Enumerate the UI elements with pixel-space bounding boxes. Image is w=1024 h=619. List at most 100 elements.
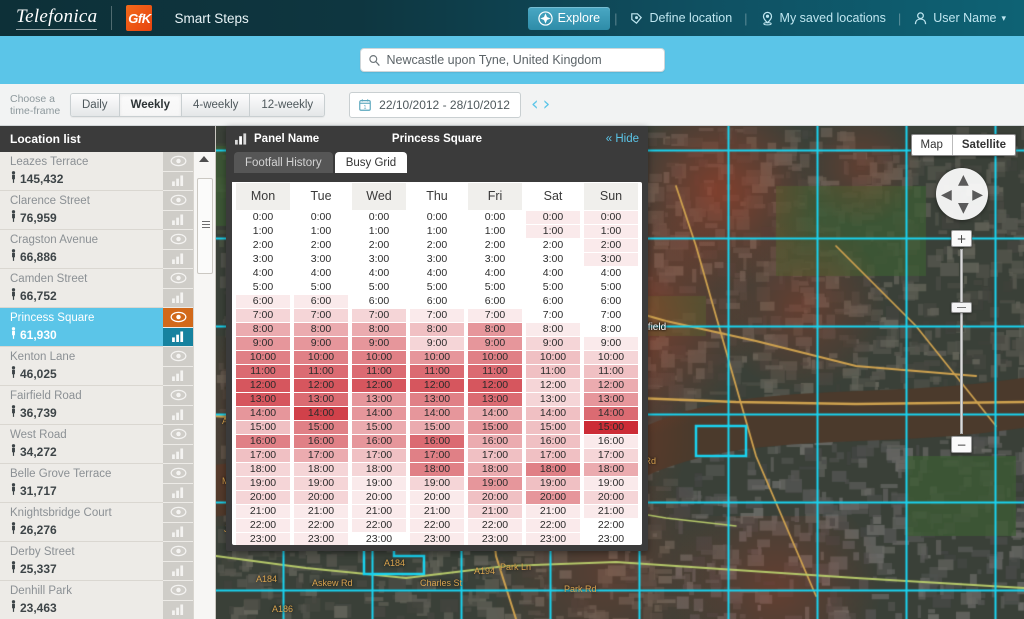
- busy-grid-cell[interactable]: 13:00: [294, 393, 348, 406]
- busy-grid-cell[interactable]: 16:00: [410, 435, 464, 448]
- nav-user-menu[interactable]: User Name ▾: [905, 7, 1014, 30]
- busy-grid-cell[interactable]: 12:00: [526, 379, 580, 392]
- toggle-visibility-button[interactable]: [163, 308, 193, 328]
- busy-grid-cell[interactable]: 3:00: [584, 253, 638, 266]
- busy-grid-cell[interactable]: 21:00: [468, 505, 522, 518]
- busy-grid-cell[interactable]: 11:00: [352, 365, 406, 378]
- tab-footfall-history[interactable]: Footfall History: [234, 152, 333, 173]
- busy-grid-cell[interactable]: 23:00: [468, 533, 522, 545]
- busy-grid-cell[interactable]: 0:00: [410, 211, 464, 224]
- busy-grid-cell[interactable]: 4:00: [352, 267, 406, 280]
- busy-grid-cell[interactable]: 10:00: [468, 351, 522, 364]
- busy-grid-cell[interactable]: 5:00: [584, 281, 638, 294]
- busy-grid-cell[interactable]: 22:00: [236, 519, 290, 532]
- busy-grid-cell[interactable]: 20:00: [526, 491, 580, 504]
- busy-grid-cell[interactable]: 14:00: [584, 407, 638, 420]
- busy-grid-cell[interactable]: 1:00: [410, 225, 464, 238]
- busy-grid-cell[interactable]: 18:00: [352, 463, 406, 476]
- pan-down-icon[interactable]: ▼: [958, 200, 969, 216]
- search-input[interactable]: [386, 53, 657, 67]
- show-chart-button[interactable]: [163, 405, 193, 425]
- busy-grid-cell[interactable]: 3:00: [294, 253, 348, 266]
- busy-grid-cell[interactable]: 3:00: [352, 253, 406, 266]
- busy-grid-cell[interactable]: 13:00: [410, 393, 464, 406]
- busy-grid-cell[interactable]: 20:00: [468, 491, 522, 504]
- busy-grid-cell[interactable]: 2:00: [236, 239, 290, 252]
- busy-grid-cell[interactable]: 13:00: [526, 393, 580, 406]
- busy-grid-cell[interactable]: 0:00: [526, 211, 580, 224]
- busy-grid-cell[interactable]: 18:00: [294, 463, 348, 476]
- busy-grid-cell[interactable]: 21:00: [410, 505, 464, 518]
- sidebar-scrollbar[interactable]: [193, 152, 215, 619]
- show-chart-button[interactable]: [163, 171, 193, 191]
- location-list[interactable]: Leazes Terrace 145,432 Clarence Street 76,9…: [0, 152, 215, 619]
- busy-grid-cell[interactable]: 4:00: [294, 267, 348, 280]
- next-period-button[interactable]: ›: [543, 95, 551, 114]
- busy-grid-cell[interactable]: 16:00: [236, 435, 290, 448]
- busy-grid-cell[interactable]: 12:00: [584, 379, 638, 392]
- toggle-visibility-button[interactable]: [163, 503, 193, 523]
- busy-grid-cell[interactable]: 15:00: [352, 421, 406, 434]
- busy-grid-cell[interactable]: 22:00: [410, 519, 464, 532]
- busy-grid-cell[interactable]: 4:00: [410, 267, 464, 280]
- busy-grid-cell[interactable]: 11:00: [468, 365, 522, 378]
- show-chart-button[interactable]: [163, 522, 193, 542]
- toggle-visibility-button[interactable]: [163, 464, 193, 484]
- busy-grid-cell[interactable]: 14:00: [294, 407, 348, 420]
- busy-grid-cell[interactable]: 5:00: [410, 281, 464, 294]
- busy-grid-cell[interactable]: 10:00: [236, 351, 290, 364]
- busy-grid-cell[interactable]: 12:00: [352, 379, 406, 392]
- busy-grid-cell[interactable]: 5:00: [294, 281, 348, 294]
- map-type-satellite[interactable]: Satellite: [951, 135, 1015, 155]
- date-range-picker[interactable]: 1 22/10/2012 - 28/10/2012: [349, 91, 521, 118]
- nav-saved-locations[interactable]: My saved locations: [752, 7, 894, 30]
- busy-grid-cell[interactable]: 22:00: [352, 519, 406, 532]
- show-chart-button[interactable]: [163, 210, 193, 230]
- busy-grid-cell[interactable]: 2:00: [294, 239, 348, 252]
- busy-grid-cell[interactable]: 11:00: [526, 365, 580, 378]
- location-list-item[interactable]: Fairfield Road 36,739: [0, 386, 215, 425]
- busy-grid-cell[interactable]: 9:00: [294, 337, 348, 350]
- show-chart-button[interactable]: [163, 483, 193, 503]
- busy-grid-cell[interactable]: 7:00: [526, 309, 580, 322]
- busy-grid-cell[interactable]: 2:00: [352, 239, 406, 252]
- busy-grid-cell[interactable]: 19:00: [236, 477, 290, 490]
- busy-grid-cell[interactable]: 7:00: [584, 309, 638, 322]
- busy-grid-cell[interactable]: 3:00: [526, 253, 580, 266]
- busy-grid-cell[interactable]: 13:00: [584, 393, 638, 406]
- busy-grid-cell[interactable]: 18:00: [526, 463, 580, 476]
- toggle-visibility-button[interactable]: [163, 347, 193, 367]
- busy-grid-cell[interactable]: 10:00: [294, 351, 348, 364]
- busy-grid-cell[interactable]: 18:00: [468, 463, 522, 476]
- busy-grid-cell[interactable]: 6:00: [584, 295, 638, 308]
- location-list-item[interactable]: Cragston Avenue 66,886: [0, 230, 215, 269]
- busy-grid-cell[interactable]: 14:00: [236, 407, 290, 420]
- location-list-item[interactable]: Kenton Lane 46,025: [0, 347, 215, 386]
- busy-grid-cell[interactable]: 21:00: [294, 505, 348, 518]
- map-pan-control[interactable]: ▲ ▼ ◀ ▶: [936, 168, 988, 220]
- busy-grid-cell[interactable]: 20:00: [352, 491, 406, 504]
- busy-grid-cell[interactable]: 8:00: [294, 323, 348, 336]
- busy-grid-cell[interactable]: 19:00: [584, 477, 638, 490]
- busy-grid-cell[interactable]: 8:00: [410, 323, 464, 336]
- busy-grid-cell[interactable]: 4:00: [584, 267, 638, 280]
- map-type-map[interactable]: Map: [911, 135, 952, 155]
- busy-grid-cell[interactable]: 11:00: [584, 365, 638, 378]
- location-list-item[interactable]: Derby Street 25,337: [0, 542, 215, 581]
- busy-grid-cell[interactable]: 12:00: [294, 379, 348, 392]
- busy-grid-cell[interactable]: 20:00: [410, 491, 464, 504]
- pan-up-icon[interactable]: ▲: [958, 172, 969, 188]
- busy-grid-cell[interactable]: 23:00: [526, 533, 580, 545]
- busy-grid-cell[interactable]: 14:00: [410, 407, 464, 420]
- busy-grid-cell[interactable]: 5:00: [352, 281, 406, 294]
- busy-grid-cell[interactable]: 14:00: [526, 407, 580, 420]
- timeframe-daily[interactable]: Daily: [71, 93, 120, 116]
- busy-grid-cell[interactable]: 18:00: [410, 463, 464, 476]
- busy-grid-cell[interactable]: 16:00: [468, 435, 522, 448]
- location-list-item[interactable]: Clarence Street 76,959: [0, 191, 215, 230]
- location-list-item[interactable]: Denhill Park 23,463: [0, 581, 215, 619]
- busy-grid-cell[interactable]: 3:00: [236, 253, 290, 266]
- busy-grid-cell[interactable]: 20:00: [584, 491, 638, 504]
- busy-grid-cell[interactable]: 10:00: [584, 351, 638, 364]
- busy-grid-cell[interactable]: 16:00: [526, 435, 580, 448]
